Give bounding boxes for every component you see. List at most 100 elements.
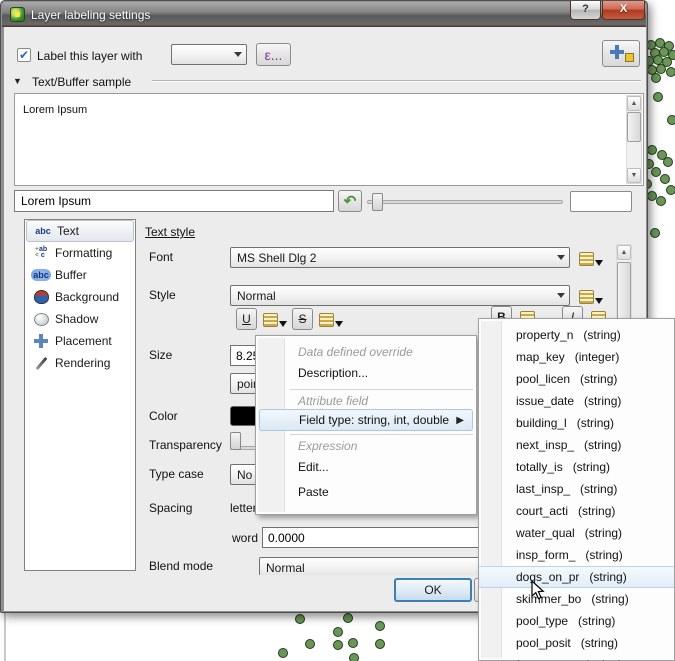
field-menu-item[interactable]: court_acti(string): [479, 500, 674, 522]
field-name: pool_licen: [516, 372, 570, 386]
field-menu-item[interactable]: skimmer_bo(string): [479, 588, 674, 610]
text-icon: abc: [33, 223, 53, 239]
qgis-app-icon: [10, 7, 25, 22]
field-menu-item[interactable]: fence_type(string): [479, 654, 674, 661]
field-menu-item[interactable]: pool_licen(string): [479, 368, 674, 390]
sample-scrollbar[interactable]: ▲ ▼: [626, 95, 642, 184]
scroll-down-icon[interactable]: ▼: [627, 168, 641, 183]
map-point-feature: [278, 648, 288, 658]
sidebar-item-shadow[interactable]: Shadow: [25, 308, 135, 330]
check-icon: ✔: [19, 48, 29, 62]
collapse-triangle-icon[interactable]: ▼: [13, 76, 22, 86]
word-spacing-spinbox[interactable]: [262, 527, 484, 548]
underline-data-override-button[interactable]: [261, 308, 289, 330]
sidebar-item-rendering[interactable]: Rendering: [25, 352, 135, 374]
field-menu-item[interactable]: issue_date(string): [479, 390, 674, 412]
blend-mode-label: Blend mode: [149, 559, 213, 573]
field-menu-item[interactable]: building_l(string): [479, 412, 674, 434]
sample-zoom-slider[interactable]: [367, 200, 563, 204]
underline-button[interactable]: U: [236, 308, 257, 330]
menu-section-data-defined: Data defined override: [256, 344, 476, 360]
field-menu-item[interactable]: map_key(integer): [479, 346, 674, 368]
menu-item-description[interactable]: Description...: [256, 360, 476, 386]
font-combobox[interactable]: MS Shell Dlg 2: [230, 247, 570, 268]
label-field-combobox[interactable]: [171, 44, 247, 65]
close-button[interactable]: X: [602, 1, 645, 20]
field-type: (string): [591, 592, 628, 606]
map-point-feature: [663, 157, 673, 167]
background-icon: [31, 289, 51, 305]
data-defined-context-menu: Data defined override Description... Att…: [255, 335, 477, 515]
style-combobox[interactable]: Normal: [230, 285, 570, 306]
menu-item-label: Field type: string, int, double: [299, 413, 449, 427]
reset-sample-button[interactable]: ↶: [338, 190, 362, 212]
field-menu-item[interactable]: water_qual(string): [479, 522, 674, 544]
map-point-feature: [650, 228, 660, 238]
field-menu-item[interactable]: next_insp_(string): [479, 434, 674, 456]
sidebar-item-text[interactable]: abc Text: [26, 220, 134, 242]
menu-section-attribute-field: Attribute field: [256, 393, 476, 409]
field-menu-item[interactable]: last_insp_(string): [479, 478, 674, 500]
style-data-override-button[interactable]: [577, 285, 605, 307]
field-name: insp_form_: [516, 548, 575, 562]
font-data-override-button[interactable]: [577, 247, 605, 269]
sidebar-item-label: Text: [57, 224, 79, 238]
menu-item-paste[interactable]: Paste: [256, 480, 476, 504]
dropdown-arrow-icon: [595, 298, 603, 304]
field-type: (string): [580, 482, 617, 496]
field-menu-item[interactable]: pool_type(string): [479, 610, 674, 632]
sample-scale-input[interactable]: [570, 191, 632, 212]
scroll-up-icon[interactable]: ▲: [617, 245, 631, 260]
titlebar[interactable]: Layer labeling settings: [2, 2, 646, 27]
strikeout-button[interactable]: S: [292, 308, 313, 330]
label-layer-label: Label this layer with: [37, 49, 142, 63]
menu-item-edit[interactable]: Edit...: [256, 454, 476, 480]
dropdown-arrow-icon: [335, 321, 343, 327]
field-submenu-list: property_n(string) map_key(integer) pool…: [479, 324, 674, 661]
sidebar-item-background[interactable]: Background: [25, 286, 135, 308]
sidebar-item-formatting[interactable]: +ab< c Formatting: [25, 242, 135, 264]
sample-zoom-handle[interactable]: [372, 193, 383, 211]
strikeout-data-override-button[interactable]: [317, 308, 345, 330]
field-type: (integer): [575, 350, 620, 364]
field-menu-item[interactable]: dogs_on_pr(string): [479, 566, 674, 588]
field-type: (string): [589, 570, 626, 584]
label-layer-checkbox[interactable]: ✔: [17, 48, 31, 62]
size-label: Size: [149, 348, 172, 362]
sidebar-item-buffer[interactable]: abc Buffer: [25, 264, 135, 286]
map-point-feature: [653, 92, 663, 102]
expression-button[interactable]: ε...: [256, 43, 291, 66]
settings-category-list: abc Text +ab< c Formatting abc Buffer Ba…: [24, 219, 136, 571]
field-menu-item[interactable]: pool_posit(string): [479, 632, 674, 654]
transparency-handle[interactable]: [230, 432, 241, 450]
map-point-feature: [295, 614, 305, 624]
scrollbar-thumb[interactable]: [627, 112, 641, 142]
menu-separator: [256, 431, 476, 438]
panel-header: Text style: [145, 225, 195, 239]
letter-spacing-label: letter: [230, 501, 257, 515]
screen: property_n(string) map_key(integer) pool…: [0, 0, 675, 661]
field-type: (string): [584, 438, 621, 452]
auto-label-settings-button[interactable]: [602, 40, 640, 67]
map-point-feature: [666, 67, 675, 77]
map-point-feature: [375, 639, 385, 649]
field-type: (string): [578, 614, 615, 628]
style-value: Normal: [231, 289, 552, 303]
word-spacing-input[interactable]: [263, 528, 483, 547]
sidebar-item-placement[interactable]: Placement: [25, 330, 135, 352]
menu-item-field-type[interactable]: Field type: string, int, double ▶: [259, 409, 473, 431]
formatting-icon: +ab< c: [31, 245, 51, 261]
help-button[interactable]: ?: [570, 1, 601, 20]
sample-text-input[interactable]: [15, 191, 333, 211]
field-menu-item[interactable]: totally_is(string): [479, 456, 674, 478]
window-title: Layer labeling settings: [31, 8, 150, 22]
field-menu-item[interactable]: property_n(string): [479, 324, 674, 346]
scroll-up-icon[interactable]: ▲: [627, 96, 641, 111]
field-menu-item[interactable]: insp_form_(string): [479, 544, 674, 566]
field-type: (string): [584, 394, 621, 408]
field-type: (string): [577, 416, 614, 430]
sidebar-item-label: Shadow: [55, 312, 98, 326]
field-type: (string): [578, 504, 615, 518]
ok-button[interactable]: OK: [394, 578, 472, 602]
data-defined-icon: [579, 290, 594, 304]
